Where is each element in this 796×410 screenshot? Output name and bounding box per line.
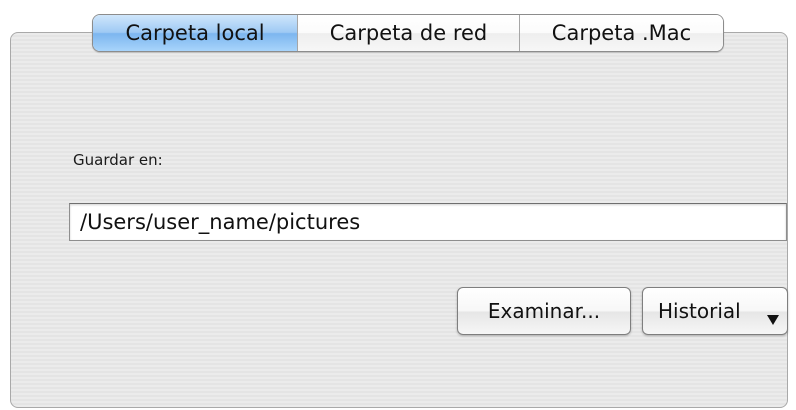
dropdown-triangle-icon	[767, 315, 779, 325]
tab-network-folder[interactable]: Carpeta de red	[297, 15, 519, 51]
history-popup-button[interactable]: Historial	[642, 287, 788, 335]
tab-mac-folder[interactable]: Carpeta .Mac	[519, 15, 723, 51]
history-button-label: Historial	[658, 299, 741, 323]
tab-label: Carpeta de red	[329, 21, 488, 45]
tab-content-box: Guardar en: Examinar... Historial	[10, 32, 788, 408]
save-in-label: Guardar en:	[73, 151, 163, 169]
save-path-input[interactable]	[69, 203, 787, 241]
tab-label: Carpeta .Mac	[551, 21, 692, 45]
tab-label: Carpeta local	[125, 21, 265, 45]
browse-button[interactable]: Examinar...	[457, 287, 631, 335]
browse-button-label: Examinar...	[487, 299, 601, 323]
save-location-panel: Guardar en: Examinar... Historial Carpet…	[0, 0, 796, 410]
location-tab-bar: Carpeta local Carpeta de red Carpeta .Ma…	[92, 14, 724, 52]
tab-local-folder[interactable]: Carpeta local	[93, 15, 297, 51]
